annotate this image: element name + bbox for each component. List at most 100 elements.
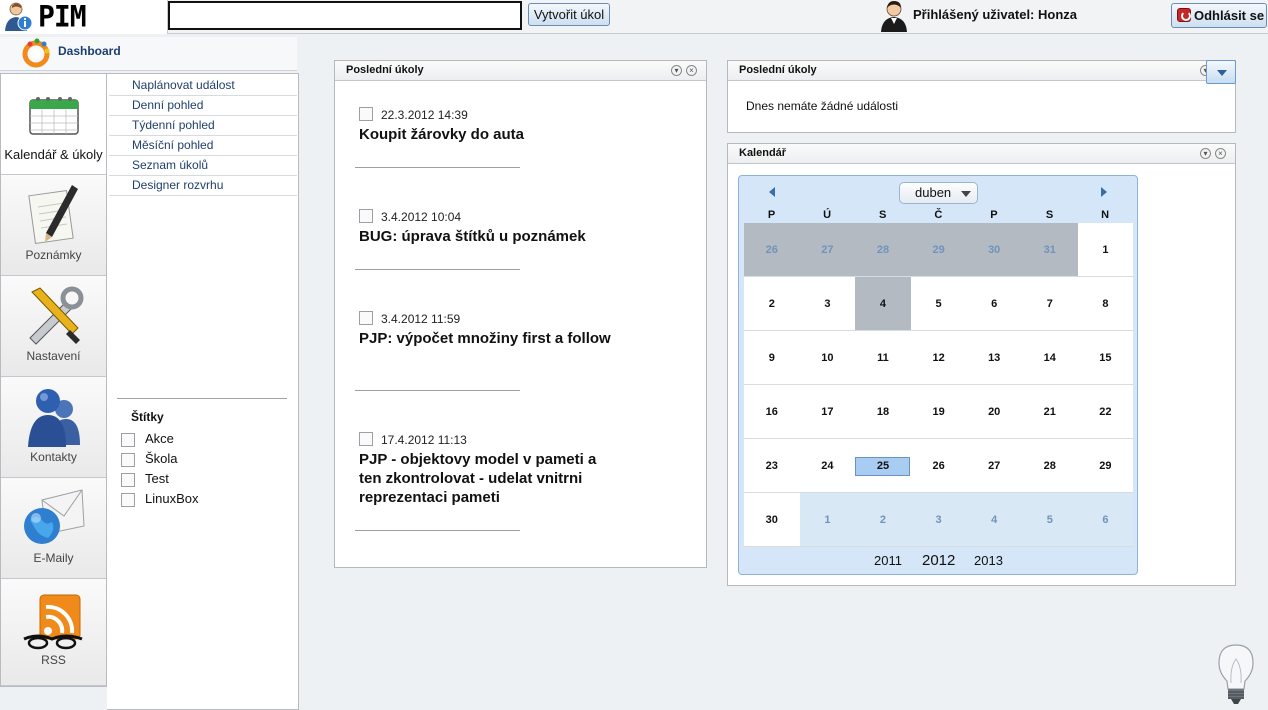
calendar-day[interactable]: 18: [855, 385, 911, 439]
calendar-grid: 26 27 28 29 30 31 1 2 3 4 5 6 7 8 9 10 11 12 13 14 15 16 17 18 1…: [744, 223, 1134, 547]
calendar-day[interactable]: 19: [910, 385, 967, 439]
calendar-day[interactable]: 30: [744, 493, 800, 547]
day-number: 28: [876, 244, 890, 256]
calendar-day[interactable]: 1: [1077, 223, 1134, 277]
year-next[interactable]: 2013: [974, 553, 1003, 568]
nav-notes[interactable]: Poznámky: [1, 175, 106, 276]
day-number: 16: [765, 406, 778, 418]
calendar-day[interactable]: 5: [1022, 493, 1078, 547]
task-checkbox[interactable]: [359, 107, 373, 121]
day-number: 2: [879, 514, 887, 526]
close-icon[interactable]: ×: [686, 65, 697, 76]
task-checkbox[interactable]: [359, 432, 373, 446]
calendar-day[interactable]: 15: [1077, 331, 1134, 385]
subnav-schedule-designer[interactable]: Designer rozvrhu: [109, 176, 297, 196]
create-task-button[interactable]: Vytvořit úkol: [528, 3, 610, 26]
calendar-day[interactable]: 26: [744, 223, 800, 277]
calendar-day[interactable]: 31: [1022, 223, 1078, 277]
calendar-day[interactable]: 30: [966, 223, 1022, 277]
day-number: 5: [935, 298, 942, 310]
next-month-icon[interactable]: [1101, 187, 1107, 197]
subnav-task-list[interactable]: Seznam úkolů: [109, 156, 297, 176]
tag-checkbox[interactable]: [121, 472, 135, 487]
month-select[interactable]: duben: [899, 182, 978, 204]
nav-emails[interactable]: E-Maily: [1, 478, 106, 579]
calendar-day[interactable]: 5: [910, 277, 967, 331]
tag-item[interactable]: Škola: [121, 451, 178, 467]
calendar-day[interactable]: 12: [910, 331, 967, 385]
task-date: 22.3.2012 14:39: [381, 108, 468, 122]
quick-task-input[interactable]: [168, 1, 522, 30]
calendar-day[interactable]: 2: [744, 277, 800, 331]
calendar-day[interactable]: 1: [799, 493, 856, 547]
task-date: 3.4.2012 10:04: [381, 210, 462, 224]
tag-checkbox[interactable]: [121, 452, 135, 467]
power-icon: [1177, 8, 1191, 22]
calendar-subnav: Naplánovat událost Denní pohled Týdenní …: [107, 73, 299, 710]
calendar-day[interactable]: 24: [799, 439, 856, 493]
calendar-day[interactable]: 10: [799, 331, 856, 385]
task-title[interactable]: BUG: úprava štítků u poznámek: [359, 227, 619, 246]
calendar-day[interactable]: 23: [744, 439, 800, 493]
subnav-week-view[interactable]: Týdenní pohled: [109, 116, 297, 136]
calendar-day[interactable]: 13: [966, 331, 1022, 385]
calendar-day[interactable]: 4: [966, 493, 1022, 547]
calendar-day[interactable]: 9: [744, 331, 800, 385]
calendar-day[interactable]: 3: [799, 277, 856, 331]
task-title[interactable]: Koupit žárovky do auta: [359, 125, 619, 144]
nav-contacts[interactable]: Kontakty: [1, 377, 106, 478]
top-bar: PIM Vytvořit úkol Přihlášený uživatel: H…: [0, 0, 1268, 34]
year-prev[interactable]: 2011: [874, 553, 902, 568]
calendar-day[interactable]: 17: [799, 385, 856, 439]
calendar-day[interactable]: 14: [1022, 331, 1078, 385]
task-date: 17.4.2012 11:13: [381, 433, 467, 447]
calendar-day[interactable]: 2: [855, 493, 911, 547]
prev-month-icon[interactable]: [769, 187, 775, 197]
lightbulb-icon[interactable]: [1216, 643, 1256, 706]
task-checkbox[interactable]: [359, 311, 373, 325]
year-current[interactable]: 2012: [922, 552, 955, 569]
task-checkbox[interactable]: [359, 209, 373, 223]
user-info-icon: [5, 2, 33, 31]
calendar-day[interactable]: 20: [966, 385, 1022, 439]
chevron-down-icon[interactable]: [1206, 60, 1236, 84]
nav-calendar-tasks[interactable]: Kalendář & úkoly: [1, 74, 106, 175]
nav-rss[interactable]: RSS: [1, 579, 106, 686]
calendar-day[interactable]: 27: [799, 223, 856, 277]
tag-item[interactable]: Akce: [121, 431, 174, 447]
subnav-plan-event[interactable]: Naplánovat událost: [109, 76, 297, 96]
calendar-day[interactable]: 16: [744, 385, 800, 439]
calendar-day[interactable]: 6: [1077, 493, 1134, 547]
calendar-day[interactable]: 27: [966, 439, 1022, 493]
calendar-day[interactable]: 7: [1022, 277, 1078, 331]
subnav-day-view[interactable]: Denní pohled: [109, 96, 297, 116]
calendar-day[interactable]: 4: [855, 277, 911, 331]
calendar-day[interactable]: 11: [855, 331, 911, 385]
day-number: 27: [988, 460, 1001, 472]
tag-item[interactable]: Test: [121, 471, 169, 487]
calendar-day[interactable]: 21: [1022, 385, 1078, 439]
calendar-day[interactable]: 3: [910, 493, 967, 547]
nav-settings[interactable]: Nastavení: [1, 276, 106, 377]
close-icon[interactable]: ×: [1215, 148, 1226, 159]
calendar-day[interactable]: 29: [1077, 439, 1134, 493]
task-title[interactable]: PJP: výpočet množiny first a follow: [359, 329, 619, 348]
subnav-month-view[interactable]: Měsíční pohled: [109, 136, 297, 156]
calendar-day[interactable]: 6: [966, 277, 1022, 331]
tag-checkbox[interactable]: [121, 432, 135, 447]
day-number: 6: [1102, 514, 1109, 526]
calendar-day[interactable]: 28: [1022, 439, 1078, 493]
calendar-day[interactable]: 8: [1077, 277, 1134, 331]
collapse-icon[interactable]: ▾: [671, 65, 682, 76]
calendar-day[interactable]: 22: [1077, 385, 1134, 439]
calendar-day[interactable]: 29: [910, 223, 967, 277]
tag-checkbox[interactable]: [121, 492, 135, 507]
tag-item[interactable]: LinuxBox: [121, 491, 198, 507]
calendar-day[interactable]: 28: [855, 223, 911, 277]
dashboard-tab[interactable]: Dashboard: [0, 37, 297, 71]
collapse-icon[interactable]: ▾: [1200, 148, 1211, 159]
calendar-day[interactable]: 25: [855, 439, 911, 493]
logout-button[interactable]: Odhlásit se: [1171, 3, 1267, 28]
task-title[interactable]: PJP - objektovy model v pameti a ten zko…: [359, 450, 619, 507]
calendar-day[interactable]: 26: [910, 439, 967, 493]
